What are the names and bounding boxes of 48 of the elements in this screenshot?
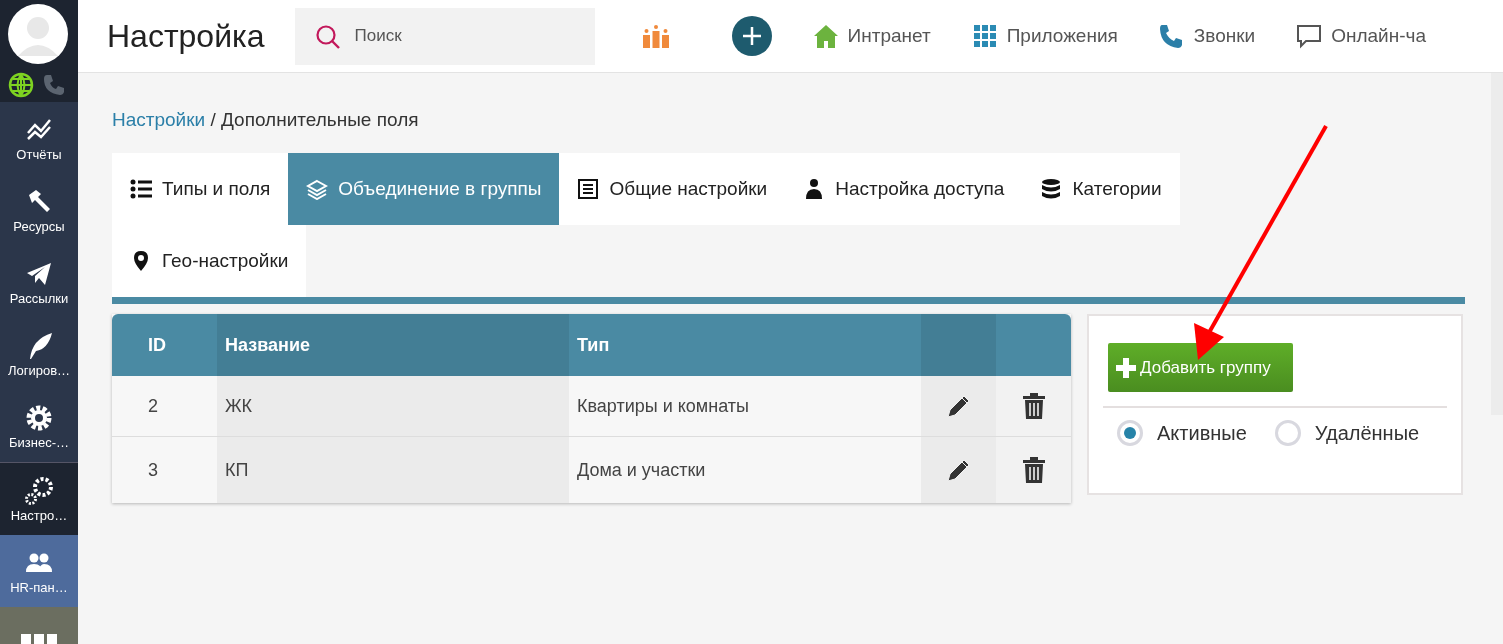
nav-link[interactable]: Звонки [1157, 22, 1256, 50]
table-cell-text: Дома и участки [576, 458, 707, 482]
sidebar-item[interactable]: Рассылки [0, 246, 78, 318]
globe-icon[interactable] [8, 72, 34, 98]
tab[interactable]: Общие настройки [559, 153, 786, 225]
nav-link[interactable]: Интранет [811, 22, 931, 50]
add-icon[interactable] [731, 16, 772, 56]
tab[interactable]: Настройка доступа [785, 153, 1023, 225]
database-icon [1040, 178, 1063, 200]
scrollbar[interactable] [1491, 73, 1503, 415]
plus-icon [1116, 357, 1136, 378]
table-cell: КП [217, 437, 569, 503]
avatar-icon[interactable] [8, 4, 68, 64]
tab[interactable]: Категории [1022, 153, 1180, 225]
phone-icon[interactable] [42, 73, 66, 97]
chat-bubble-icon [1295, 22, 1324, 50]
nav-link[interactable]: Приложения [970, 22, 1118, 50]
sidebar-item[interactable]: Отчёты [0, 102, 78, 174]
nav-link[interactable]: Онлайн-ча [1295, 22, 1426, 50]
search-field[interactable]: Поиск [294, 7, 595, 65]
sidebar-item[interactable]: Настро… [0, 463, 78, 535]
tab[interactable]: Гео-настройки [112, 225, 307, 297]
grid-icon[interactable] [21, 632, 57, 644]
table-cell-text: 3 [147, 458, 159, 482]
page-title: Настройка [107, 17, 265, 55]
list-icon [130, 178, 152, 200]
sidebar-item[interactable]: Логиров… [0, 318, 78, 390]
tab[interactable]: Типы и поля [112, 153, 289, 225]
tab[interactable]: Объединение в группы [288, 153, 560, 225]
table-cell-text: 2 [147, 394, 159, 418]
radio-option[interactable]: Удалённые [1274, 420, 1420, 446]
column-header: Тип [576, 333, 611, 357]
breadcrumb-current: / Дополнительные поля [210, 109, 419, 130]
gears-icon [24, 475, 54, 506]
column-header: ID [147, 333, 167, 357]
layers-icon [306, 178, 329, 200]
sidebar-item[interactable]: Ресурсы [0, 174, 78, 246]
sidebar-item[interactable]: HR-пан… [0, 535, 78, 607]
breadcrumb-link[interactable]: Настройки [112, 109, 206, 130]
document-icon [577, 178, 600, 200]
table-cell: ЖК [217, 376, 569, 436]
radio-button[interactable] [1274, 420, 1301, 446]
radio-button[interactable] [1117, 420, 1143, 446]
column-header: Название [217, 314, 569, 376]
radio-option[interactable]: Активные [1117, 420, 1247, 446]
trash-icon[interactable] [1021, 456, 1046, 484]
trash-icon[interactable] [1021, 392, 1046, 420]
table-cell-text: Квартиры и комнаты [576, 394, 750, 418]
